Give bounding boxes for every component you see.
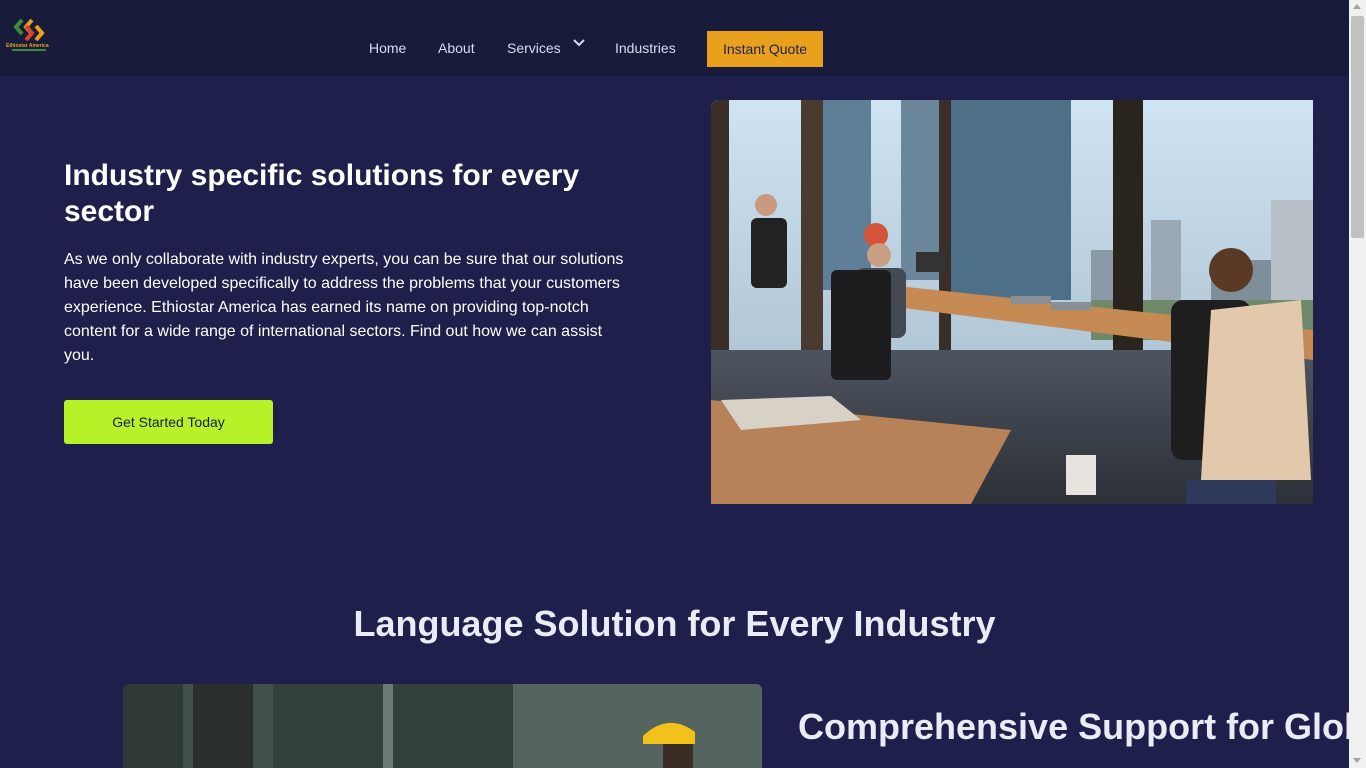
office-scene-illustration	[711, 100, 1313, 504]
get-started-button[interactable]: Get Started Today	[64, 400, 273, 444]
scroll-up-arrow-icon[interactable]	[1353, 4, 1361, 9]
scroll-down-arrow-icon[interactable]	[1353, 758, 1361, 763]
site-header: Ethiostar America Home About Services In…	[0, 0, 1349, 76]
worker-scene-illustration	[123, 684, 762, 768]
brand-underline	[12, 49, 46, 51]
construction-worker-photo	[123, 684, 762, 768]
scroll-thumb[interactable]	[1351, 16, 1364, 238]
double-chevron-logo-icon	[13, 18, 45, 42]
hero-title: Industry specific solutions for every se…	[64, 159, 580, 228]
chevron-down-icon[interactable]	[572, 38, 586, 48]
nav-services[interactable]: Services	[507, 40, 561, 56]
office-team-photo	[711, 100, 1313, 504]
nav-about[interactable]: About	[438, 40, 475, 56]
nav-home[interactable]: Home	[369, 40, 406, 56]
brand-logo[interactable]: Ethiostar America	[6, 16, 50, 52]
hero-description: As we only collaborate with industry exp…	[64, 251, 624, 364]
nav-industries[interactable]: Industries	[615, 40, 676, 56]
page-scrollbar[interactable]	[1349, 0, 1366, 768]
section-title: Language Solution for Every Industry	[353, 603, 996, 644]
instant-quote-button[interactable]: Instant Quote	[707, 31, 823, 67]
support-title: Comprehensive Support for Global	[798, 706, 1366, 747]
